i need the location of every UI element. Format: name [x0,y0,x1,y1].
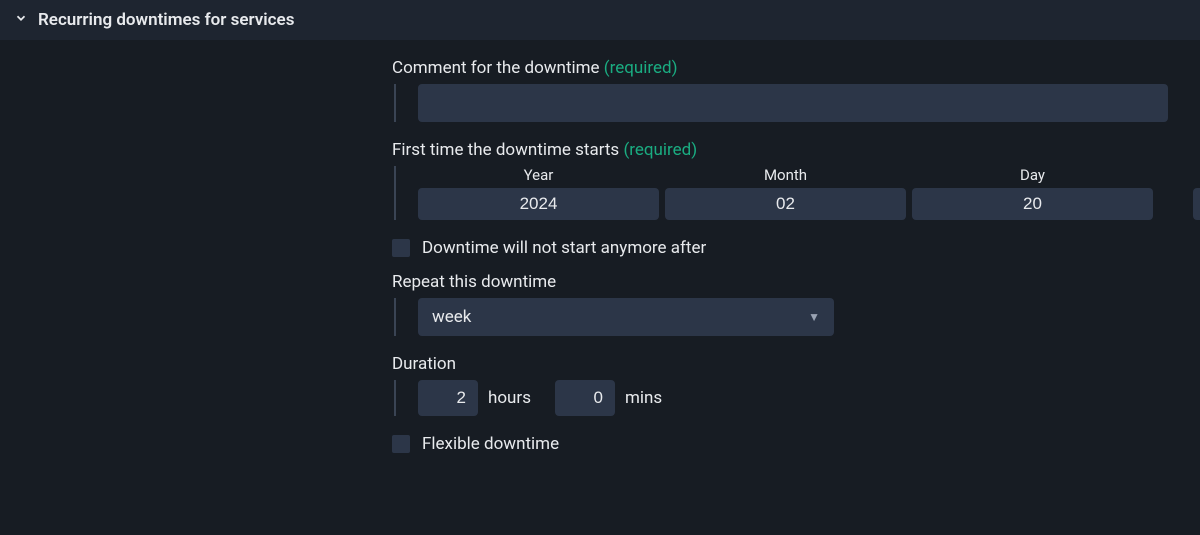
day-input[interactable] [912,188,1153,220]
flexible-checkbox[interactable] [392,435,410,453]
year-head: Year [524,166,554,184]
day-head: Day [1020,166,1045,184]
section-header[interactable]: Recurring downtimes for services [0,0,1200,40]
start-field-group: First time the downtime starts (required… [392,140,1200,220]
start-label-text: First time the downtime starts [392,140,619,160]
section-title: Recurring downtimes for services [38,10,294,30]
year-input[interactable] [418,188,659,220]
duration-hours-unit: hours [488,388,531,408]
comment-field-group: Comment for the downtime (required) [392,58,1200,122]
duration-mins-unit: mins [625,388,662,408]
form-body: Comment for the downtime (required) Firs… [0,40,1200,454]
month-input[interactable] [665,188,906,220]
comment-label-text: Comment for the downtime [392,58,600,78]
dropdown-icon: ▼ [808,310,820,324]
flexible-row: Flexible downtime [392,434,1200,454]
repeat-select[interactable]: week ▼ [418,298,834,336]
duration-label: Duration [392,354,1200,374]
repeat-label: Repeat this downtime [392,272,1200,292]
repeat-field-group: Repeat this downtime week ▼ [392,272,1200,336]
start-datetime-row: Year Month Day Hour [418,166,1200,220]
comment-label: Comment for the downtime (required) [392,58,1200,78]
comment-input[interactable] [418,84,1168,122]
duration-row: hours mins [418,380,1200,416]
month-head: Month [764,166,807,184]
flexible-label: Flexible downtime [422,434,559,454]
duration-field-group: Duration hours mins [392,354,1200,416]
not-after-checkbox[interactable] [392,239,410,257]
hour-input[interactable] [1193,188,1200,220]
repeat-value: week [432,307,471,327]
not-after-row: Downtime will not start anymore after [392,238,1200,258]
not-after-label: Downtime will not start anymore after [422,238,706,258]
chevron-down-icon [14,10,28,30]
duration-hours-input[interactable] [418,380,478,416]
start-required: (required) [623,140,697,160]
comment-required: (required) [604,58,678,78]
start-label: First time the downtime starts (required… [392,140,1200,160]
duration-mins-input[interactable] [555,380,615,416]
